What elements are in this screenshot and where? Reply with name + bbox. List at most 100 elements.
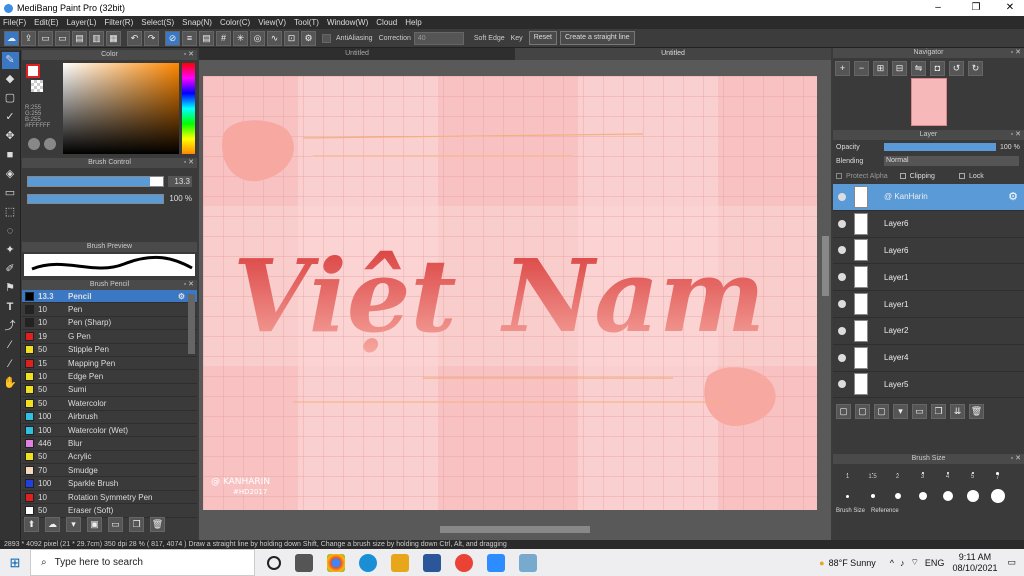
primary-color-swatch[interactable] <box>26 64 40 78</box>
brush-item[interactable]: 50 Acrylic <box>22 451 197 465</box>
menu-snap[interactable]: Snap(N) <box>182 18 212 27</box>
brush-size-preset[interactable]: 7 <box>985 466 1010 486</box>
brush-item[interactable]: 10 Pen (Sharp) <box>22 317 197 331</box>
straight-line-button[interactable]: Create a straight line <box>559 31 635 45</box>
brush-item[interactable]: 446 Blur <box>22 437 197 451</box>
brush-delete-icon[interactable]: 🗑 <box>150 516 165 532</box>
eraser-tool-icon[interactable]: ◆ <box>2 71 19 88</box>
reference-tab[interactable]: Reference <box>871 508 899 514</box>
new-layer3-icon[interactable]: ▢ <box>874 404 889 420</box>
brush-size-preset[interactable] <box>985 486 1010 506</box>
parallel-snap-icon[interactable]: ≡ <box>182 30 197 46</box>
protect-alpha-checkbox[interactable] <box>836 173 842 179</box>
layers-icon[interactable]: ▥ <box>89 30 104 46</box>
zoom-out-icon[interactable]: − <box>854 61 869 76</box>
chat-icon[interactable]: ▭ <box>55 30 70 46</box>
file-explorer-icon[interactable] <box>391 553 409 572</box>
medibang-taskbar-icon[interactable] <box>519 553 537 572</box>
brush-item[interactable]: 70 Smudge <box>22 464 197 478</box>
actual-size-icon[interactable]: ⊟ <box>892 61 907 76</box>
layer-opacity-slider[interactable] <box>884 143 996 151</box>
brush-list-scrollbar[interactable] <box>188 294 195 354</box>
weather-text[interactable]: 88°F Sunny <box>829 558 876 568</box>
rotate-reset-icon[interactable]: ◘ <box>930 61 945 76</box>
menu-file[interactable]: File(F) <box>3 18 26 27</box>
minimize-button[interactable]: – <box>924 0 952 16</box>
brush-size-preset[interactable]: 3 <box>910 466 935 486</box>
panel-close-icon[interactable]: ▫ ✕ <box>1011 48 1021 58</box>
export-icon[interactable]: ⇪ <box>21 30 36 46</box>
brush-item[interactable]: 10 Edge Pen <box>22 370 197 384</box>
fill-rect-tool-icon[interactable]: ■ <box>2 147 19 164</box>
add-brush-icon[interactable]: ⬆ <box>24 516 39 532</box>
visibility-eye-icon[interactable] <box>838 380 846 389</box>
brush-item[interactable]: 100 Sparkle Brush <box>22 477 197 491</box>
word-icon[interactable] <box>423 553 441 572</box>
brush-item[interactable]: 13.3 Pencil ⚙ <box>22 290 197 304</box>
blending-select[interactable]: Normal <box>884 156 1019 166</box>
color-wheel-icon[interactable] <box>44 138 56 150</box>
bucket-tool-icon[interactable]: ◈ <box>2 166 19 183</box>
redo-icon[interactable]: ↷ <box>144 30 159 46</box>
brush-item[interactable]: 50 Watercolor <box>22 397 197 411</box>
menu-cloud[interactable]: Cloud <box>376 18 397 27</box>
brush-settings-icon[interactable]: ⚙ <box>178 292 185 301</box>
canvas-horizontal-scrollbar[interactable] <box>440 526 590 533</box>
brush-size-preset[interactable]: 5 <box>960 466 985 486</box>
brush-size-preset[interactable] <box>885 486 910 506</box>
brush-item[interactable]: 50 Stipple Pen <box>22 344 197 357</box>
brush-item[interactable]: 19 G Pen <box>22 330 197 344</box>
panel-close-icon[interactable]: ▫ ✕ <box>184 158 194 168</box>
language-indicator[interactable]: ENG <box>925 558 945 568</box>
cloud-icon[interactable]: ☁ <box>4 30 19 46</box>
brush-item[interactable]: 100 Airbrush <box>22 411 197 424</box>
menu-select[interactable]: Select(S) <box>141 18 174 27</box>
brush-size-slider[interactable] <box>27 176 164 187</box>
visibility-eye-icon[interactable] <box>838 353 846 362</box>
visibility-eye-icon[interactable] <box>838 300 846 309</box>
merge-layer-icon[interactable]: ⇊ <box>950 404 965 420</box>
visibility-eye-icon[interactable] <box>838 326 846 335</box>
lasso-tool-icon[interactable]: ◌ <box>2 223 19 240</box>
canvas-vertical-scrollbar[interactable] <box>822 236 829 296</box>
rotate-right-icon[interactable]: ↻ <box>968 61 983 76</box>
panel-close-icon[interactable]: ▫ ✕ <box>1011 454 1021 464</box>
eyedropper2-tool-icon[interactable]: ⁄ <box>2 356 19 373</box>
brush-item[interactable]: 100 Watercolor (Wet) <box>22 424 197 438</box>
layer-menu-icon[interactable]: ▾ <box>893 404 908 420</box>
visibility-eye-icon[interactable] <box>838 273 846 282</box>
brush-item[interactable]: 50 Sumi <box>22 384 197 398</box>
brush-size-preset[interactable] <box>935 486 960 506</box>
layer-row[interactable]: Layer4 <box>833 344 1024 372</box>
brush-size-tab[interactable]: Brush Size <box>836 508 865 514</box>
brush-duplicate-icon[interactable]: ❐ <box>129 516 144 532</box>
panel-close-icon[interactable]: ▫ ✕ <box>1011 130 1021 140</box>
panel-close-icon[interactable]: ▫ ✕ <box>184 50 194 60</box>
menu-window[interactable]: Window(W) <box>327 18 368 27</box>
perspective-snap-icon[interactable]: ⊡ <box>284 30 299 46</box>
secondary-color-swatch[interactable] <box>31 80 43 92</box>
brush-item[interactable]: 10 Rotation Symmetry Pen <box>22 491 197 505</box>
layer-row[interactable]: Layer5 <box>833 371 1024 399</box>
menu-tool[interactable]: Tool(T) <box>294 18 319 27</box>
duplicate-layer-icon[interactable]: ❐ <box>931 404 946 420</box>
shape-tool-icon[interactable]: ▢ <box>2 90 19 107</box>
hand-tool-icon[interactable]: ✋ <box>2 375 19 392</box>
save-icon[interactable]: ▦ <box>106 30 121 46</box>
rotate-left-icon[interactable]: ↺ <box>949 61 964 76</box>
fit-icon[interactable]: ⊞ <box>873 61 888 76</box>
new-layer-icon[interactable]: ▢ <box>836 404 851 420</box>
radial-snap-icon[interactable]: ✳ <box>233 30 248 46</box>
menu-view[interactable]: View(V) <box>258 18 286 27</box>
new-layer2-icon[interactable]: ▢ <box>855 404 870 420</box>
clipping-checkbox[interactable] <box>899 173 906 179</box>
brush-opacity-slider[interactable] <box>27 194 164 204</box>
circle-snap-icon[interactable]: ◎ <box>250 30 265 46</box>
brush-menu-icon[interactable]: ▾ <box>66 516 81 532</box>
saturation-value-picker[interactable] <box>63 63 179 154</box>
move-tool-icon[interactable]: ✥ <box>2 128 19 145</box>
eyedropper-tool-icon[interactable]: ⁄ <box>2 337 19 354</box>
gradient-tool-icon[interactable]: ▭ <box>2 185 19 202</box>
zoom-icon[interactable] <box>487 553 505 572</box>
layer-row[interactable]: Layer6 <box>833 210 1024 238</box>
